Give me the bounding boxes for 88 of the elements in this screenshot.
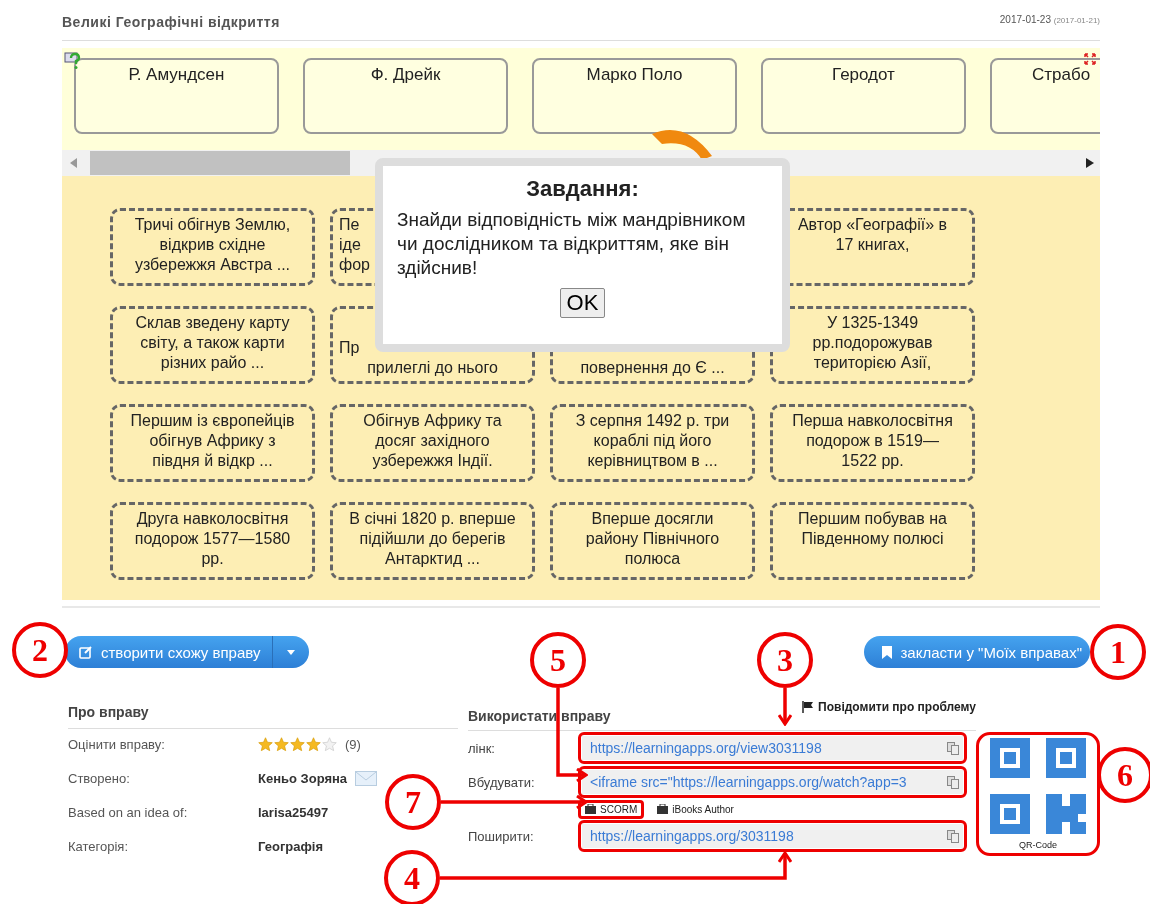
card-text: Перша навколосвітня подорож в 1519— 1522 рр.: [791, 411, 954, 471]
callout-marker: 2: [12, 622, 68, 678]
info-label: Based on an idea of:: [68, 805, 189, 820]
edit-icon: [79, 645, 93, 659]
author-name: Кеньо Зоряна: [258, 771, 348, 786]
traveler-card[interactable]: Р. Амундсен: [74, 58, 279, 134]
ok-button[interactable]: OK: [559, 288, 606, 318]
card-text: прилеглі до нього: [366, 358, 499, 378]
card-text: Вперше досягли району Північного полюса: [584, 509, 721, 569]
star-icon[interactable]: [258, 737, 273, 752]
description-card[interactable]: Першим із європейців обігнув Африку з півдня й відкр ...: [110, 404, 315, 482]
rating-stars[interactable]: [258, 737, 337, 752]
qr-code-button[interactable]: QR-Code: [976, 732, 1100, 856]
scrollbar-thumb[interactable]: [90, 151, 350, 175]
flag-icon: [802, 701, 815, 713]
description-card[interactable]: З серпня 1492 р. три кораблі під його керівництвом в ...: [550, 404, 755, 482]
field-label: лінк:: [468, 740, 496, 756]
export-icon: [585, 804, 596, 814]
copy-icon[interactable]: [947, 775, 959, 789]
card-text: повернення до Є ...: [579, 358, 726, 378]
description-card[interactable]: Друга навколосвітня подорож 1577—1580 рр.: [110, 502, 315, 580]
section-heading: Про вправу: [68, 704, 458, 729]
description-card[interactable]: В січні 1820 р. вперше підійшли до берегів Антарктид ...: [330, 502, 535, 580]
fullscreen-icon[interactable]: [1084, 53, 1096, 65]
exercise-title: Великі Географічні відкриття: [62, 14, 280, 30]
card-text: Склав зведену карту світу, а також карти різних райо ...: [134, 313, 291, 373]
description-card[interactable]: Перша навколосвітня подорож в 1519— 1522 рр.: [770, 404, 975, 482]
mail-icon[interactable]: [355, 771, 378, 786]
date-text: 2017-01-23 (2017-01-21): [999, 14, 1100, 25]
bookmark-icon: [882, 645, 893, 659]
caret-icon: [287, 649, 296, 655]
description-card[interactable]: Склав зведену карту світу, а також карти різних райо ...: [110, 306, 315, 384]
report-problem-link[interactable]: Повідомити про проблему: [802, 700, 976, 714]
star-icon[interactable]: [306, 737, 321, 752]
card-text: іде: [339, 235, 361, 255]
info-label: Оцінити вправу:: [68, 737, 166, 752]
url-field[interactable]: https://learningapps.org/view3031198: [582, 736, 963, 760]
url-field[interactable]: <iframe src="https://learningapps.org/watch?app=3: [582, 770, 963, 794]
card-text: В січні 1820 р. вперше підійшли до берегів Антарктид ...: [348, 509, 517, 569]
callout-marker: 4: [384, 850, 440, 904]
card-text: Автор «Географії» в 17 книгах,: [796, 215, 949, 255]
card-text: Пе: [339, 215, 360, 235]
description-card[interactable]: Обігнув Африку та досяг західного узбережжя Індії.: [330, 404, 535, 482]
traveler-card[interactable]: Ф. Дрейк: [303, 58, 508, 134]
dialog-title: Завдання:: [526, 176, 639, 202]
copy-icon[interactable]: [947, 829, 959, 843]
info-label: Категорія:: [68, 839, 129, 854]
qr-code-label: QR-Code: [1019, 840, 1057, 850]
export-link[interactable]: iBooks Author: [650, 799, 741, 819]
export-link[interactable]: SCORM: [578, 799, 645, 819]
copy-icon[interactable]: [947, 741, 959, 755]
star-icon[interactable]: [274, 737, 289, 752]
description-card[interactable]: Тричі обігнув Землю, відкрив східне узбережжя Австра ...: [110, 208, 315, 286]
callout-marker: 6: [1097, 747, 1150, 803]
section-heading: Використати вправу: [468, 708, 611, 726]
star-icon[interactable]: [322, 737, 337, 752]
callout-marker: 3: [757, 632, 813, 688]
star-icon[interactable]: [290, 737, 305, 752]
card-text: У 1325-1349 рр.подорожував територією Азії,: [811, 313, 934, 373]
info-value: larisa25497: [258, 805, 329, 820]
card-text: фор: [339, 255, 370, 275]
callout-arrow: [777, 688, 793, 726]
card-text: З серпня 1492 р. три кораблі під його керівництвом в ...: [574, 411, 731, 471]
card-text: Першим із європейців обігнув Африку з півдня й відкр ...: [129, 411, 296, 471]
description-card[interactable]: Першим побував на Південному полюсі: [770, 502, 975, 580]
card-text: Тричі обігнув Землю, відкрив східне узбережжя Австра ...: [133, 215, 292, 275]
callout-marker: 5: [530, 632, 586, 688]
description-card[interactable]: Вперше досягли району Північного полюса: [550, 502, 755, 580]
info-label: Створено:: [68, 771, 131, 786]
traveler-card[interactable]: Страбо: [990, 58, 1100, 134]
card-text: Друга навколосвітня подорож 1577—1580 рр.: [133, 509, 292, 569]
export-icon: [657, 804, 669, 814]
card-text: Пр: [339, 338, 360, 358]
callout-marker: 7: [385, 774, 441, 830]
callout-marker: 1: [1090, 624, 1146, 680]
dropdown-button[interactable]: [272, 636, 310, 668]
dialog-text: Знайди відповідність між мандрівником чи дослідником та відкриттям, яке він здійснив!: [397, 208, 747, 280]
info-value: Географія: [258, 839, 324, 854]
field-label: Поширити:: [468, 828, 535, 844]
card-text: Першим побував на Південному полюсі: [797, 509, 948, 549]
rating-count: (9): [345, 737, 361, 752]
scroll-right-icon[interactable]: [1086, 158, 1094, 168]
url-field[interactable]: https://learningapps.org/3031198: [582, 824, 963, 848]
traveler-card[interactable]: Марко Поло: [532, 58, 737, 134]
card-text: Обігнув Африку та досяг західного узбережжя Індії.: [362, 411, 503, 471]
scroll-left-icon[interactable]: [70, 158, 78, 168]
field-label: Вбудувати:: [468, 774, 536, 790]
traveler-card[interactable]: Геродот: [761, 58, 966, 134]
